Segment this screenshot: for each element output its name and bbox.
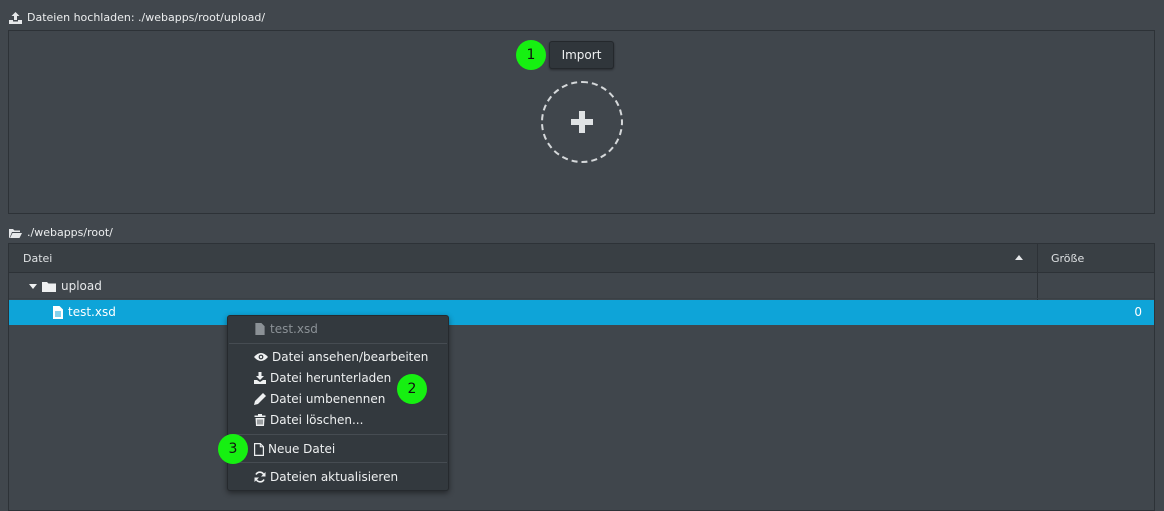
menu-item-new-file[interactable]: Neue Datei [254,439,335,459]
caret-down-icon[interactable] [29,284,37,289]
file-icon [255,323,265,335]
file-text-icon [53,306,63,319]
menu-item-label: Datei umbenennen [270,392,386,406]
plus-icon [571,111,593,133]
upload-section-title: Dateien hochladen: ./webapps/root/upload… [9,11,265,24]
table-header: Datei Größe [9,244,1154,273]
column-header-size[interactable]: Größe [1051,244,1084,273]
menu-item-delete[interactable]: Datei löschen... [254,410,363,430]
context-menu-header-label: test.xsd [270,322,318,336]
table-row-selected[interactable]: test.xsd 0 [9,300,1154,325]
row-name-cell: upload [29,274,102,299]
trash-icon [254,414,266,426]
upload-icon [9,11,22,24]
add-file-button[interactable] [541,81,623,163]
sort-ascending-icon[interactable] [1015,255,1023,260]
menu-divider [229,343,447,344]
marker-1: 1 [516,40,546,70]
menu-divider [229,434,447,435]
menu-divider [229,462,447,463]
refresh-icon [254,471,266,483]
marker-2: 2 [397,374,427,404]
marker-3: 3 [218,434,248,464]
menu-item-label: Datei löschen... [270,413,364,427]
menu-item-download[interactable]: Datei herunterladen [254,368,391,388]
table-row[interactable]: upload [9,274,1154,299]
row-name: test.xsd [68,305,116,319]
pencil-icon [254,393,266,405]
menu-item-view-edit[interactable]: Datei ansehen/bearbeiten [254,347,428,367]
upload-section-title-text: Dateien hochladen: ./webapps/root/upload… [27,11,266,24]
context-menu-header: test.xsd [254,319,318,339]
menu-item-label: Datei ansehen/bearbeiten [272,350,429,364]
menu-item-label: Datei herunterladen [270,371,392,385]
row-name-cell: test.xsd [53,300,116,325]
file-table: Datei Größe upload test.xsd 0 [8,243,1155,511]
eye-icon [254,353,268,361]
import-button[interactable]: Import [549,41,614,69]
tree-section-title-text: ./webapps/root/ [27,226,113,239]
menu-item-rename[interactable]: Datei umbenennen [254,389,385,409]
column-header-file[interactable]: Datei [23,244,52,273]
file-icon [254,442,264,456]
tree-section-title: ./webapps/root/ [9,226,113,239]
row-size: 0 [1134,305,1142,319]
menu-item-refresh[interactable]: Dateien aktualisieren [254,467,398,487]
download-icon [254,372,266,384]
menu-item-label: Dateien aktualisieren [270,470,399,484]
folder-icon [42,282,56,292]
menu-item-label: Neue Datei [268,442,336,456]
folder-open-icon [9,228,22,238]
row-name: upload [61,279,102,293]
